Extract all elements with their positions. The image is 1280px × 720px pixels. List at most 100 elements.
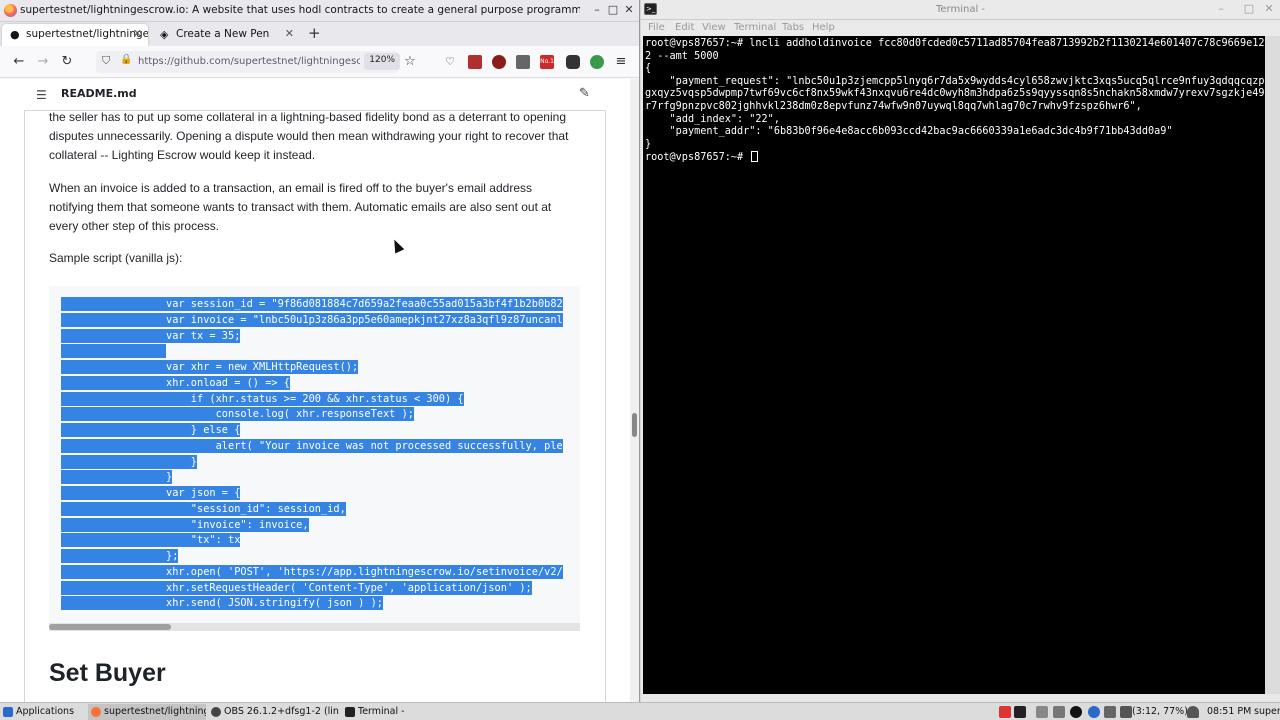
tab-close-icon[interactable]: ✕: [285, 27, 294, 40]
code-line[interactable]: };: [61, 549, 179, 563]
code-line[interactable]: xhr.send( JSON.stringify( json ) );: [61, 596, 383, 611]
network-icon[interactable]: [1036, 706, 1048, 718]
menu-help[interactable]: Help: [812, 22, 835, 33]
battery-status: (3:12, 77%): [1132, 706, 1188, 717]
github-icon: ●: [10, 28, 20, 41]
code-line[interactable]: xhr.setRequestHeader( 'Content-Type', 'a…: [61, 580, 532, 595]
tab-close-icon[interactable]: ✕: [133, 27, 142, 40]
code-line[interactable]: xhr.open( 'POST', 'https://app.lightning…: [61, 564, 563, 579]
menu-terminal[interactable]: Terminal: [734, 22, 776, 33]
extension-icon[interactable]: [566, 55, 580, 69]
bluetooth-icon[interactable]: [1088, 706, 1100, 718]
back-icon[interactable]: ←: [10, 53, 28, 71]
maximize-icon[interactable]: □: [1242, 2, 1256, 16]
navigation-bar: ← → ↻ ⛉ 🔒 https://github.com/supertestne…: [0, 46, 639, 78]
code-line[interactable]: var tx = 35;: [61, 328, 241, 343]
extension-icon[interactable]: [492, 55, 506, 69]
code-line[interactable]: "session_id": session_id,: [61, 501, 346, 516]
code-block[interactable]: var session_id = "9f86d081884c7d659a2fea…: [49, 286, 580, 631]
extension-badge-icon[interactable]: No.1: [540, 55, 554, 69]
task-label: Terminal -: [358, 706, 405, 717]
menu-view[interactable]: View: [702, 22, 726, 33]
close-icon[interactable]: ✕: [622, 3, 636, 17]
record-icon[interactable]: [999, 706, 1011, 718]
code-line[interactable]: console.log( xhr.responseText );: [61, 407, 414, 422]
firefox-logo-icon: [4, 4, 17, 17]
terminal-window-title: Terminal -: [935, 4, 986, 15]
taskbar: Applications supertestnet/lightninge... …: [0, 702, 1280, 720]
code-line[interactable]: }: [61, 470, 173, 485]
scrollbar-thumb[interactable]: [632, 413, 637, 437]
code-line[interactable]: "tx": tx: [61, 533, 241, 548]
scrollbar-thumb[interactable]: [49, 624, 171, 630]
username[interactable]: super: [1254, 706, 1280, 717]
firefox-icon: [91, 707, 101, 717]
code-line[interactable]: xhr.onload = () => {: [61, 375, 290, 390]
terminal-icon: [345, 707, 355, 717]
notification-bell-icon[interactable]: [1187, 706, 1199, 718]
forward-icon[interactable]: →: [34, 53, 52, 71]
task-label: supertestnet/lightninge...: [104, 706, 206, 717]
edit-pencil-icon[interactable]: ✎: [579, 86, 590, 101]
close-icon[interactable]: ✕: [1262, 2, 1276, 16]
minimize-icon[interactable]: –: [590, 3, 604, 17]
terminal-menubar: File Edit View Terminal Tabs Help: [641, 20, 1280, 36]
page-vertical-scrollbar[interactable]: [630, 79, 639, 702]
tab-label: supertestnet/lightningesc: [26, 28, 148, 40]
cpu-graph-icon[interactable]: [1053, 706, 1065, 718]
code-line[interactable]: [61, 344, 166, 359]
terminal-titlebar[interactable]: >_ Terminal - – □ ✕: [641, 0, 1280, 20]
paragraph-collateral: the seller has to put up some collateral…: [49, 110, 569, 162]
lock-icon[interactable]: 🔒: [120, 54, 132, 65]
terminal-screen[interactable]: root@vps87657:~# lncli addholdinvoice fc…: [643, 36, 1265, 694]
tab-codepen[interactable]: ◈ Create a New Pen ✕: [152, 24, 300, 46]
menu-tabs[interactable]: Tabs: [782, 22, 804, 33]
code-line[interactable]: var invoice = "lnbc50u1p3z86a3pp5e60amep…: [61, 312, 563, 327]
taskbar-item-obs[interactable]: OBS 26.1.2+dfsg1-2 (lin...: [208, 704, 340, 720]
extension-icon[interactable]: [468, 55, 482, 69]
shield-icon[interactable]: ⛉: [102, 54, 110, 68]
code-line[interactable]: var session_id = "9f86d081884c7d659a2fea…: [61, 297, 563, 311]
outline-list-icon[interactable]: ☰: [36, 88, 47, 102]
browser-titlebar[interactable]: supertestnet/lightningescrow.io: A websi…: [0, 0, 639, 22]
zoom-indicator[interactable]: 120%: [364, 53, 400, 70]
readme-header: ☰ README.md ✎: [24, 79, 606, 111]
pocket-icon[interactable]: ♡: [441, 53, 459, 71]
terminal-tray-icon[interactable]: [1014, 706, 1026, 718]
code-line[interactable]: var json = {: [61, 486, 241, 500]
code-line[interactable]: var xhr = new XMLHttpRequest();: [61, 360, 359, 374]
taskbar-item-firefox[interactable]: supertestnet/lightninge...: [88, 704, 206, 720]
applications-menu[interactable]: Applications: [0, 704, 86, 720]
tray-app-icon[interactable]: [1070, 706, 1082, 718]
applications-icon: [3, 707, 13, 717]
extension-icon[interactable]: [590, 55, 604, 69]
section-heading: Set Buyer: [49, 659, 166, 687]
clock[interactable]: 08:51 PM: [1207, 706, 1251, 717]
url-bar[interactable]: ⛉ 🔒 https://github.com/supertestnet/ligh…: [96, 51, 400, 73]
battery-icon[interactable]: [1120, 706, 1132, 718]
menu-icon[interactable]: ≡: [612, 53, 630, 71]
volume-icon[interactable]: [1104, 706, 1116, 718]
code-line[interactable]: "invoice": invoice,: [61, 517, 309, 532]
code-horizontal-scrollbar[interactable]: [49, 623, 580, 631]
extension-icon[interactable]: [516, 55, 530, 69]
page-content: ☰ README.md ✎ the seller has to put up s…: [0, 79, 630, 702]
terminal-output: root@vps87657:~# lncli addholdinvoice fc…: [645, 38, 1265, 164]
menu-file[interactable]: File: [648, 22, 665, 33]
taskbar-item-terminal[interactable]: Terminal -: [342, 704, 432, 720]
terminal-window: >_ Terminal - – □ ✕ File Edit View Termi…: [641, 0, 1280, 702]
maximize-icon[interactable]: □: [606, 3, 620, 17]
code-line[interactable]: alert( "Your invoice was not processed s…: [61, 438, 563, 453]
reload-icon[interactable]: ↻: [58, 53, 76, 71]
tab-github[interactable]: ● supertestnet/lightningesc ✕: [2, 24, 148, 46]
new-tab-icon[interactable]: +: [308, 24, 321, 42]
minimize-icon[interactable]: –: [1214, 2, 1228, 16]
bookmark-star-icon[interactable]: ☆: [401, 53, 419, 71]
code-line[interactable]: }: [61, 454, 197, 469]
code-line[interactable]: if (xhr.status >= 200 && xhr.status < 30…: [61, 391, 464, 406]
codepen-icon: ◈: [160, 28, 169, 41]
terminal-scrollbar[interactable]: [1265, 36, 1280, 694]
menu-edit[interactable]: Edit: [675, 22, 694, 33]
code-line[interactable]: } else {: [61, 423, 241, 437]
url-text[interactable]: https://github.com/supertestnet/lightnin…: [138, 56, 360, 67]
